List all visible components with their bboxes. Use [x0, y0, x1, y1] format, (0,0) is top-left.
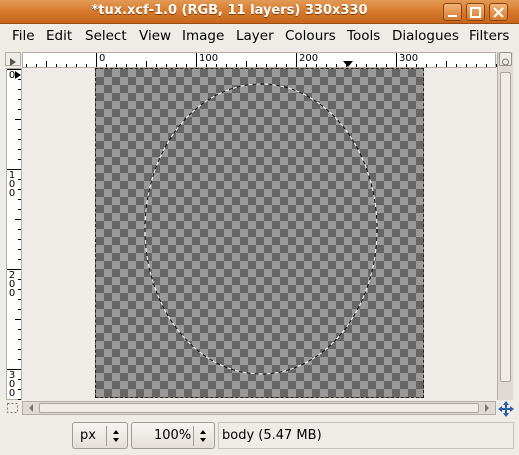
window-title: *tux.xcf-1.0 (RGB, 11 layers) 330x330 — [91, 3, 368, 18]
menu-view[interactable]: View — [139, 28, 171, 44]
zoom-separator — [193, 426, 194, 446]
vruler-label-text: 3 0 0 — [8, 370, 16, 399]
zoom-selector[interactable]: 100% — [131, 422, 215, 449]
maximize-button[interactable] — [466, 3, 485, 21]
horizontal-ruler[interactable]: 0 100 200 300 — [22, 52, 497, 68]
scroll-left-icon[interactable] — [25, 402, 37, 414]
vruler-label-300: 3 0 0 — [8, 370, 16, 399]
zoom-value: 100% — [154, 428, 192, 443]
vruler-label-0: 0 — [8, 70, 16, 81]
menu-layer[interactable]: Layer — [236, 28, 274, 44]
unit-separator — [106, 426, 107, 446]
menu-filters[interactable]: Filters — [469, 28, 509, 44]
image-menu-button[interactable] — [5, 52, 21, 66]
vertical-ruler-ticks — [7, 69, 21, 400]
vertical-scrollbar[interactable] — [497, 52, 513, 400]
close-button[interactable] — [489, 3, 508, 21]
menu-edit[interactable]: Edit — [46, 28, 72, 44]
ruler-menu-icon — [10, 58, 16, 66]
menu-tools[interactable]: Tools — [347, 28, 380, 44]
vertical-ruler[interactable]: 0 1 0 0 2 0 0 3 0 0 — [6, 68, 22, 400]
vruler-label-0-text: 0 — [8, 70, 16, 81]
vruler-label-text: 2 0 0 — [8, 270, 16, 299]
menu-select[interactable]: Select — [85, 28, 127, 44]
menu-dialogues[interactable]: Dialogues — [392, 28, 459, 44]
close-icon — [493, 7, 504, 18]
horizontal-scrollbar[interactable] — [22, 401, 496, 415]
vertical-scroll-thumb[interactable] — [500, 72, 511, 382]
zoom-lock-button[interactable] — [499, 52, 512, 66]
horizontal-ruler-ticks — [26, 53, 497, 67]
menu-file[interactable]: File — [12, 28, 35, 44]
vruler-label-100: 1 0 0 — [8, 170, 16, 199]
hruler-label-200: 200 — [299, 53, 319, 64]
minimize-icon — [448, 15, 457, 17]
vruler-label-text: 1 0 0 — [8, 170, 16, 199]
zoom-arrows-icon — [200, 430, 206, 442]
maximize-icon — [470, 7, 481, 18]
hruler-label-100: 100 — [199, 53, 219, 64]
horizontal-scroll-thumb[interactable] — [39, 403, 479, 413]
quick-mask-icon[interactable] — [6, 402, 20, 414]
menu-image[interactable]: Image — [182, 28, 224, 44]
hruler-label-0: 0 — [99, 53, 106, 64]
title-bar: *tux.xcf-1.0 (RGB, 11 layers) 330x330 — [0, 0, 519, 24]
scroll-right-icon[interactable] — [481, 402, 493, 414]
vruler-label-200: 2 0 0 — [8, 270, 16, 299]
menu-colours[interactable]: Colours — [285, 28, 336, 44]
navigate-icon[interactable] — [498, 401, 514, 417]
hruler-label-300: 300 — [399, 53, 419, 64]
unit-selector[interactable]: px — [72, 422, 128, 449]
ellipse-selection — [144, 83, 378, 375]
minimize-button[interactable] — [443, 3, 462, 21]
zoom-lock-icon — [502, 58, 509, 66]
unit-arrows-icon — [113, 430, 119, 442]
unit-value: px — [80, 428, 96, 443]
status-message: body (5.47 MB) — [218, 422, 514, 449]
status-bar: px 100% body (5.47 MB) — [0, 418, 519, 455]
menu-bar: File Edit Select View Image Layer Colour… — [0, 25, 519, 47]
status-message-text: body (5.47 MB) — [222, 428, 322, 443]
